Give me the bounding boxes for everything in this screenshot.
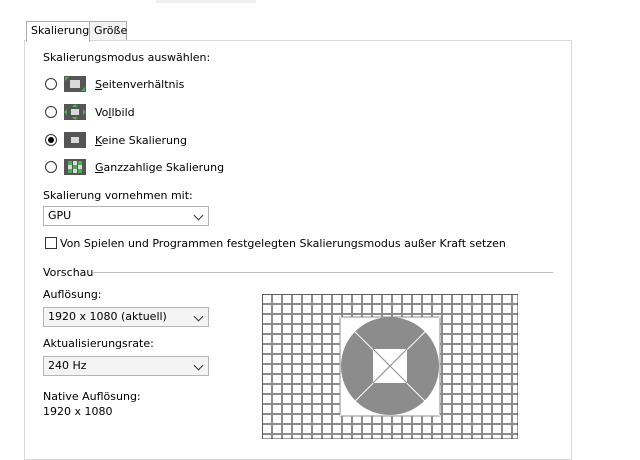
option-seitenverhaeltnis-label: Seitenverhältnis <box>95 78 185 91</box>
preview-divider <box>93 272 553 273</box>
resolution-label: Auflösung: <box>43 288 102 301</box>
scaling-preview-image <box>262 294 518 439</box>
native-resolution-value: 1920 x 1080 <box>43 405 113 418</box>
fullscreen-icon <box>64 104 86 120</box>
radio-vollbild[interactable] <box>45 106 57 118</box>
scaling-panel: Skalierungsmodus auswählen: Seitenverhäl… <box>24 40 572 460</box>
native-resolution-label: Native Auflösung: <box>43 390 141 403</box>
window-top-edge <box>156 0 256 3</box>
aspect-ratio-icon <box>64 76 86 92</box>
refresh-rate-label: Aktualisierungsrate: <box>43 337 154 350</box>
resolution-select[interactable]: 1920 x 1080 (aktuell) <box>43 307 209 327</box>
refresh-rate-select[interactable]: 240 Hz <box>43 356 209 376</box>
integer-scaling-icon <box>64 159 86 175</box>
option-ganzzahlige-skalierung-label: Ganzzahlige Skalierung <box>95 161 225 174</box>
chevron-down-icon <box>193 210 204 221</box>
chevron-down-icon <box>193 360 204 371</box>
tab-skalierung[interactable]: Skalierung <box>26 21 90 42</box>
override-label: Von Spielen und Programmen festgelegten … <box>60 237 506 250</box>
radio-keine-skalierung[interactable] <box>45 134 57 146</box>
option-keine-skalierung-label: Keine Skalierung <box>95 134 187 147</box>
perform-scaling-select[interactable]: GPU <box>43 206 209 226</box>
perform-scaling-value: GPU <box>48 209 72 222</box>
resolution-value: 1920 x 1080 (aktuell) <box>48 310 167 323</box>
perform-scaling-label: Skalierung vornehmen mit: <box>43 189 193 202</box>
tab-groesse[interactable]: Größe <box>89 21 127 41</box>
no-scaling-icon <box>64 132 86 148</box>
chevron-down-icon <box>193 311 204 322</box>
refresh-rate-value: 240 Hz <box>48 359 87 372</box>
preview-heading: Vorschau <box>43 266 94 279</box>
option-vollbild-label: Vollbild <box>95 106 135 119</box>
scaling-mode-heading: Skalierungsmodus auswählen: <box>43 51 211 64</box>
radio-ganzzahlige-skalierung[interactable] <box>45 161 57 173</box>
radio-seitenverhaeltnis[interactable] <box>45 78 57 90</box>
override-checkbox[interactable] <box>45 237 57 249</box>
